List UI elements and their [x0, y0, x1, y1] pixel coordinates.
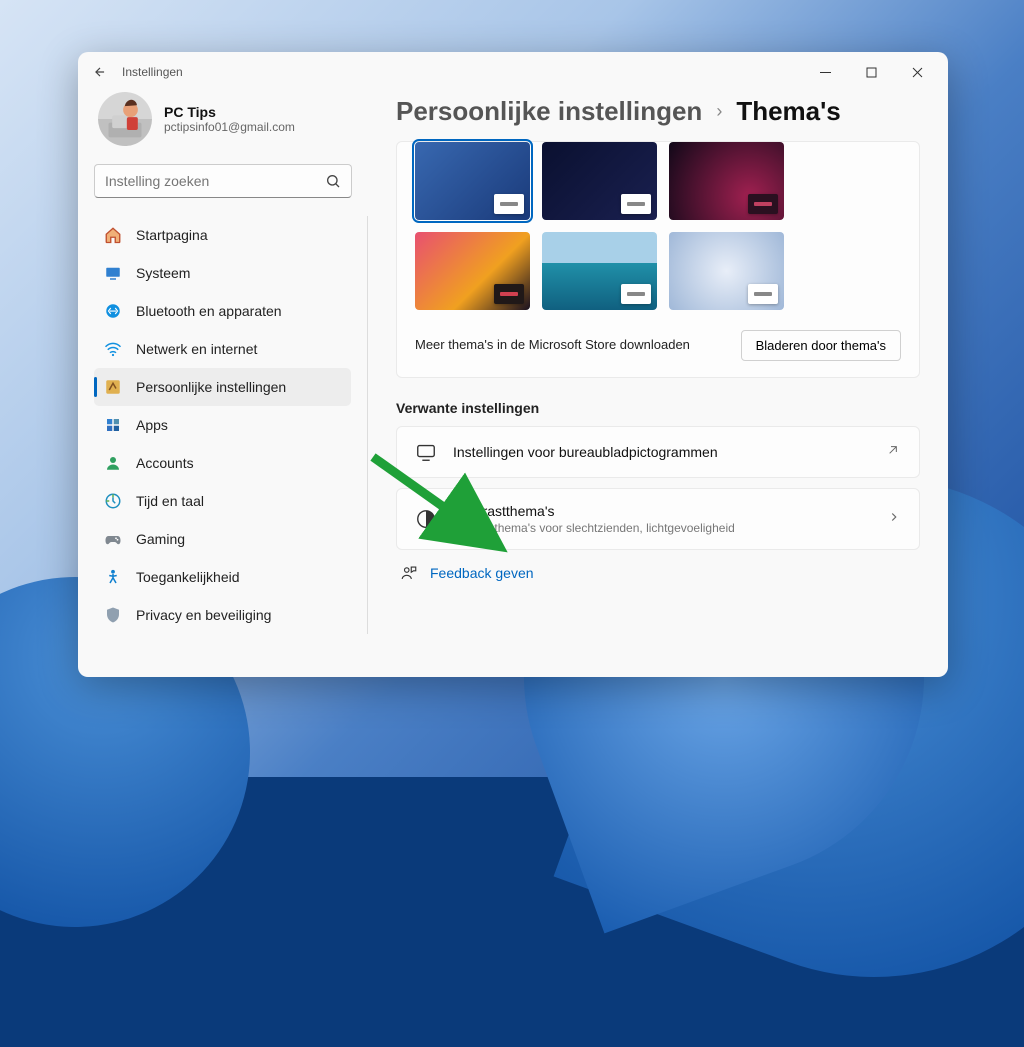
nav-item-toegankelijkheid[interactable]: Toegankelijkheid — [94, 558, 351, 596]
nav-icon — [104, 454, 122, 472]
nav-label: Gaming — [136, 531, 185, 547]
close-icon — [912, 67, 923, 78]
nav-label: Accounts — [136, 455, 194, 471]
window-controls — [802, 57, 940, 87]
nav-label: Toegankelijkheid — [136, 569, 240, 585]
desktop-icons-label: Instellingen voor bureaubladpictogrammen — [453, 444, 869, 460]
nav-icon — [104, 340, 122, 358]
nav-item-startpagina[interactable]: Startpagina — [94, 216, 351, 254]
titlebar: Instellingen — [78, 52, 948, 92]
nav-item-netwerk-en-internet[interactable]: Netwerk en internet — [94, 330, 351, 368]
chevron-right-icon: › — [716, 101, 722, 122]
nav-icon — [104, 416, 122, 434]
nav-label: Startpagina — [136, 227, 208, 243]
breadcrumb-parent[interactable]: Persoonlijke instellingen — [396, 96, 702, 127]
open-icon — [885, 442, 901, 463]
nav-label: Netwerk en internet — [136, 341, 257, 357]
breadcrumb-current: Thema's — [736, 96, 840, 127]
back-button[interactable] — [86, 58, 114, 86]
contrast-title: Contrastthema's — [453, 503, 871, 519]
search-input[interactable] — [105, 173, 325, 189]
themes-card: Meer thema's in de Microsoft Store downl… — [396, 141, 920, 378]
nav-item-gaming[interactable]: Gaming — [94, 520, 351, 558]
close-button[interactable] — [894, 57, 940, 87]
maximize-button[interactable] — [848, 57, 894, 87]
nav-item-systeem[interactable]: Systeem — [94, 254, 351, 292]
contrast-sub: Kleurenthema's voor slechtzienden, licht… — [453, 521, 871, 535]
nav-label: Persoonlijke instellingen — [136, 379, 286, 395]
nav-icon — [104, 264, 122, 282]
contrast-themes-row[interactable]: Contrastthema's Kleurenthema's voor slec… — [396, 488, 920, 550]
nav-icon — [104, 302, 122, 320]
minimize-icon — [820, 67, 831, 78]
nav-icon — [104, 492, 122, 510]
contrast-icon — [415, 508, 437, 530]
nav-label: Apps — [136, 417, 168, 433]
feedback-icon — [400, 564, 418, 582]
content: Persoonlijke instellingen › Thema's Meer… — [368, 92, 948, 677]
arrow-left-icon — [93, 65, 107, 79]
profile[interactable]: PC Tips pctipsinfo01@gmail.com — [94, 92, 352, 164]
browse-themes-button[interactable]: Bladeren door thema's — [741, 330, 901, 361]
breadcrumb: Persoonlijke instellingen › Thema's — [396, 92, 920, 141]
window-title: Instellingen — [122, 65, 183, 79]
nav-icon — [104, 378, 122, 396]
nav-icon — [104, 530, 122, 548]
theme-option[interactable] — [669, 142, 784, 220]
related-heading: Verwante instellingen — [396, 400, 920, 416]
theme-option[interactable] — [542, 142, 657, 220]
feedback-link[interactable]: Feedback geven — [396, 550, 920, 596]
nav-label: Bluetooth en apparaten — [136, 303, 282, 319]
theme-option[interactable] — [415, 142, 530, 220]
nav-icon — [104, 568, 122, 586]
avatar — [98, 92, 152, 146]
nav-item-persoonlijke-instellingen[interactable]: Persoonlijke instellingen — [94, 368, 351, 406]
desktop-icon — [415, 441, 437, 463]
chevron-right-icon — [887, 510, 901, 529]
nav-label: Systeem — [136, 265, 190, 281]
desktop-icons-row[interactable]: Instellingen voor bureaubladpictogrammen — [396, 426, 920, 478]
feedback-label: Feedback geven — [430, 565, 534, 581]
nav-icon — [104, 606, 122, 624]
profile-name: PC Tips — [164, 104, 295, 120]
more-themes-text: Meer thema's in de Microsoft Store downl… — [415, 336, 690, 354]
nav-label: Privacy en beveiliging — [136, 607, 271, 623]
profile-email: pctipsinfo01@gmail.com — [164, 120, 295, 134]
nav-item-bluetooth-en-apparaten[interactable]: Bluetooth en apparaten — [94, 292, 351, 330]
theme-grid — [415, 142, 901, 310]
maximize-icon — [866, 67, 877, 78]
search-icon — [325, 173, 341, 189]
theme-option[interactable] — [669, 232, 784, 310]
nav-item-apps[interactable]: Apps — [94, 406, 351, 444]
nav-item-tijd-en-taal[interactable]: Tijd en taal — [94, 482, 351, 520]
settings-window: Instellingen PC Tips pctipsinfo01@gmail.… — [78, 52, 948, 677]
sidebar: PC Tips pctipsinfo01@gmail.com Startpagi… — [78, 92, 368, 677]
nav-item-accounts[interactable]: Accounts — [94, 444, 351, 482]
nav-item-privacy-en-beveiliging[interactable]: Privacy en beveiliging — [94, 596, 351, 634]
search-box[interactable] — [94, 164, 352, 198]
theme-option[interactable] — [415, 232, 530, 310]
nav: Startpagina Systeem Bluetooth en apparaten… — [94, 216, 368, 634]
theme-option[interactable] — [542, 232, 657, 310]
minimize-button[interactable] — [802, 57, 848, 87]
nav-label: Tijd en taal — [136, 493, 204, 509]
nav-icon — [104, 226, 122, 244]
